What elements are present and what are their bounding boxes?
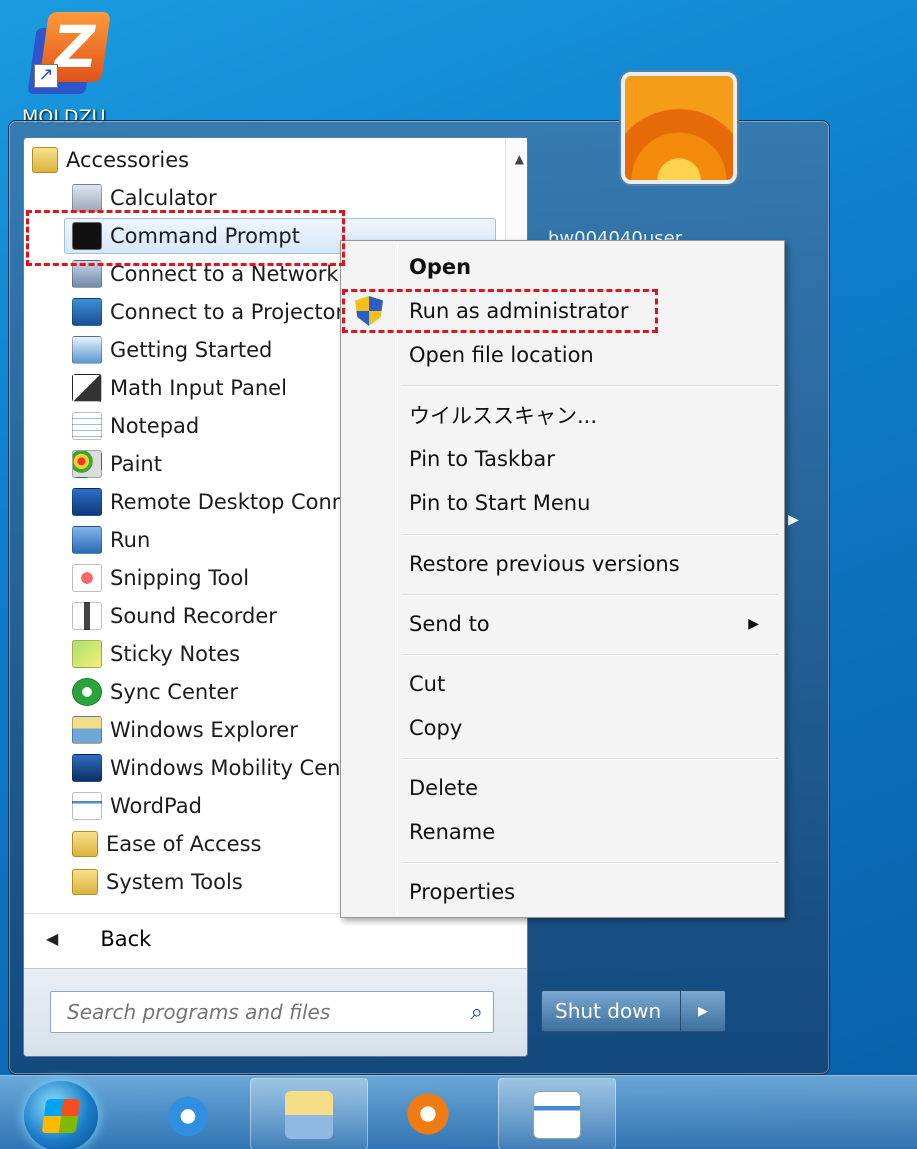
program-label: Ease of Access (106, 832, 262, 856)
user-avatar[interactable] (621, 72, 737, 184)
mobility-center-icon (72, 754, 102, 782)
menu-item-open-file-location[interactable]: Open file location (409, 335, 779, 375)
menu-item-virus-scan[interactable]: ウイルススキャン... (409, 395, 779, 435)
menu-item-delete[interactable]: Delete (409, 768, 779, 808)
shutdown-options-arrow-icon[interactable]: ▶ (681, 991, 725, 1031)
windows-logo-icon (41, 1099, 81, 1133)
taskbar (0, 1075, 917, 1149)
sync-center-icon (72, 678, 102, 706)
right-pane-arrow-icon: ▶ (788, 512, 799, 528)
windows-explorer-icon (72, 716, 102, 744)
run-icon (72, 526, 102, 554)
highlight-command-prompt (26, 210, 345, 266)
back-label: Back (100, 926, 152, 951)
taskbar-media-player[interactable] (370, 1078, 488, 1149)
program-label: System Tools (106, 870, 243, 894)
program-label: Windows Mobility Center (110, 756, 371, 780)
menu-item-rename[interactable]: Rename (409, 812, 779, 852)
paint-icon (72, 450, 102, 478)
scroll-up-arrow-icon[interactable]: ▲ (515, 152, 524, 166)
snipping-tool-icon (72, 564, 102, 592)
getting-started-icon (72, 336, 102, 364)
sticky-notes-icon (72, 640, 102, 668)
menu-separator (401, 594, 778, 596)
taskbar-wordpad[interactable] (498, 1078, 616, 1149)
desktop-icon-moldzu[interactable]: Z ↗ MOLDZU (16, 6, 116, 128)
highlight-run-as-administrator (342, 289, 658, 333)
search-icon[interactable]: ⌕ (471, 1000, 483, 1025)
menu-item-open[interactable]: Open (409, 247, 779, 287)
menu-item-restore-previous-versions[interactable]: Restore previous versions (409, 544, 779, 584)
menu-item-cut[interactable]: Cut (409, 664, 779, 704)
search-box[interactable]: ⌕ (50, 991, 494, 1033)
remote-desktop-icon (72, 488, 102, 516)
program-label: Sticky Notes (110, 642, 241, 666)
folder-icon (72, 831, 98, 857)
projector-icon (72, 298, 102, 326)
windows-explorer-icon (285, 1091, 333, 1139)
program-label: Sync Center (110, 680, 238, 704)
menu-separator (401, 654, 778, 656)
taskbar-windows-explorer[interactable] (250, 1078, 368, 1149)
program-label: Paint (110, 452, 162, 476)
program-label: Connect to a Projector (110, 300, 345, 324)
search-input[interactable] (51, 992, 451, 1032)
notepad-icon (72, 412, 102, 440)
menu-separator (401, 758, 778, 760)
program-label: Calculator (110, 186, 217, 210)
start-orb[interactable] (24, 1081, 98, 1149)
submenu-arrow-icon: ▶ (748, 616, 759, 632)
math-input-icon (72, 374, 102, 402)
shutdown-label[interactable]: Shut down (542, 991, 681, 1031)
taskbar-internet-explorer[interactable] (130, 1078, 248, 1149)
menu-item-send-to[interactable]: Send to ▶ (409, 604, 779, 644)
program-label: Getting Started (110, 338, 273, 362)
menu-separator (401, 862, 778, 864)
folder-icon (72, 869, 98, 895)
search-area: ⌕ (24, 968, 527, 1056)
folder-icon (32, 147, 58, 173)
wordpad-icon (72, 792, 102, 820)
menu-item-copy[interactable]: Copy (409, 708, 779, 748)
context-menu: Open Run as administrator Open file loca… (340, 240, 785, 918)
menu-separator (401, 534, 778, 536)
back-arrow-icon: ◀ (46, 929, 59, 948)
program-label: Notepad (110, 414, 200, 438)
menu-item-properties[interactable]: Properties (409, 872, 779, 912)
program-accessories[interactable]: Accessories (32, 142, 502, 178)
menu-separator (401, 385, 778, 387)
program-label: WordPad (110, 794, 202, 818)
menu-item-pin-to-taskbar[interactable]: Pin to Taskbar (409, 439, 779, 479)
internet-explorer-icon (164, 1090, 212, 1138)
menu-item-pin-to-start-menu[interactable]: Pin to Start Menu (409, 483, 779, 523)
program-label: Windows Explorer (110, 718, 298, 742)
menu-gutter (397, 243, 398, 915)
wordpad-icon (533, 1091, 581, 1139)
program-label: Accessories (66, 148, 190, 172)
back-button[interactable]: ◀ Back (24, 913, 529, 963)
media-player-icon (404, 1090, 452, 1138)
sound-recorder-icon (72, 602, 102, 630)
program-label: Snipping Tool (110, 566, 250, 590)
program-label: Sound Recorder (110, 604, 277, 628)
shutdown-button[interactable]: Shut down ▶ (541, 990, 726, 1032)
program-label: Math Input Panel (110, 376, 287, 400)
send-to-label: Send to (409, 612, 490, 636)
shortcut-arrow-icon: ↗ (34, 64, 58, 88)
calculator-icon (72, 184, 102, 212)
program-label: Run (110, 528, 151, 552)
